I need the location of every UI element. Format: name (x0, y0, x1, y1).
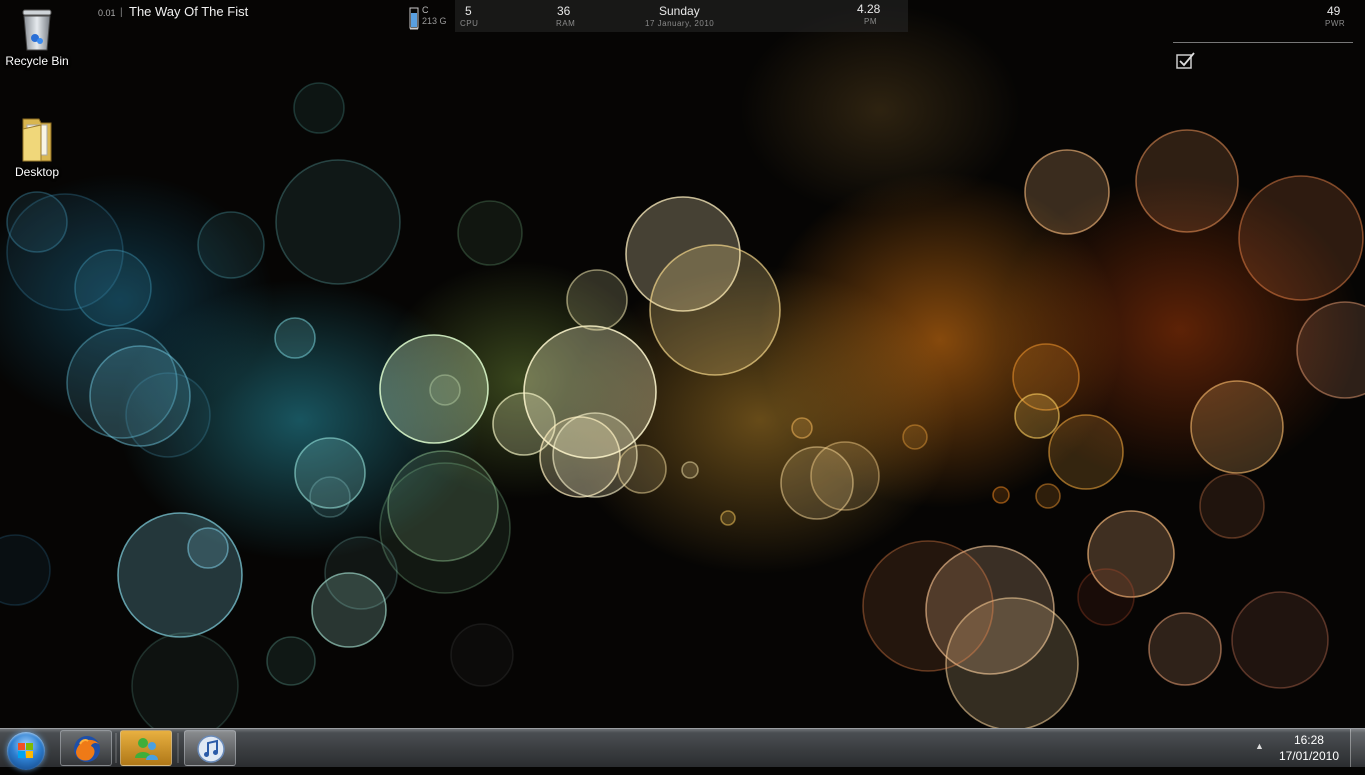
taskbar-button-firefox[interactable] (60, 730, 112, 766)
bokeh-circle (992, 486, 1010, 504)
desktop-icon-desktop-folder[interactable]: Desktop (0, 115, 74, 179)
bokeh-circle (1190, 380, 1284, 474)
bokeh-circle (311, 572, 387, 648)
ram-value: 36 (557, 4, 571, 18)
checkbox-icon[interactable] (1176, 52, 1196, 75)
taskbar: ▲ 16:28 17/01/2010 (0, 728, 1365, 770)
bokeh-circle (266, 636, 316, 686)
bokeh-circle (457, 200, 523, 266)
bokeh-circle (74, 249, 152, 327)
bokeh-circle (187, 527, 229, 569)
taskbar-button-messenger[interactable] (120, 730, 172, 766)
bokeh-circle (1077, 568, 1135, 626)
bokeh-circle (681, 461, 699, 479)
bokeh-circle (197, 211, 265, 279)
bokeh-circle (379, 462, 511, 594)
track-title[interactable]: The Way Of The Fist (129, 4, 248, 19)
bokeh-circle (649, 244, 781, 376)
desktop-icon-recycle-bin[interactable]: Recycle Bin (0, 8, 74, 68)
day-name: Sunday (659, 4, 700, 18)
itunes-icon (196, 734, 226, 769)
bokeh-circle (1014, 393, 1060, 439)
bokeh-circle (309, 476, 351, 518)
folder-icon (19, 115, 55, 163)
taskbar-separator (177, 733, 179, 763)
clock-ampm: PM (864, 17, 877, 26)
drive-letter: C (422, 5, 429, 15)
firefox-icon (72, 734, 102, 769)
drive-free-space: 213 G (422, 16, 447, 26)
bokeh-circle (450, 623, 514, 687)
recycle-bin-icon (19, 8, 55, 52)
desktop-folder-label: Desktop (14, 165, 60, 179)
bokeh-circle (131, 632, 239, 728)
bokeh-circle (117, 512, 243, 638)
bokeh-circle (0, 534, 51, 606)
bokeh-circle (1238, 175, 1364, 301)
bokeh-circle (617, 444, 667, 494)
windows-start-icon[interactable] (7, 732, 45, 770)
bokeh-circle (720, 510, 736, 526)
bokeh-circle (1035, 483, 1061, 509)
bokeh-circle (125, 372, 211, 458)
track-separator: | (120, 7, 123, 18)
desktop-wallpaper (0, 0, 1365, 728)
bokeh-circle (1296, 301, 1365, 399)
cpu-label: CPU (460, 19, 479, 28)
messenger-icon (132, 734, 162, 769)
taskbar-clock-time: 16:28 (1293, 733, 1324, 747)
drive-icon (409, 7, 419, 36)
tray-expand-icon[interactable]: ▲ (1255, 741, 1264, 751)
power-value: 49 (1327, 4, 1341, 18)
bokeh-circle (1148, 612, 1222, 686)
clock-time: 4.28 (857, 2, 881, 16)
bokeh-circle (275, 159, 401, 285)
taskbar-separator (115, 733, 117, 763)
recycle-bin-label: Recycle Bin (5, 54, 69, 68)
bokeh-circle (902, 424, 928, 450)
bokeh-circle (1231, 591, 1329, 689)
taskbar-button-itunes[interactable] (184, 730, 236, 766)
bokeh-circle (566, 269, 628, 331)
full-date: 17 January, 2010 (645, 19, 715, 28)
bokeh-circle (791, 417, 813, 439)
cpu-value: 5 (465, 4, 472, 18)
bokeh-circle (1048, 414, 1124, 490)
power-label: PWR (1325, 19, 1346, 28)
show-desktop-button[interactable] (1350, 729, 1365, 767)
todo-divider (1173, 42, 1353, 43)
track-time: 0.01 (98, 8, 116, 18)
bokeh-circle (274, 317, 316, 359)
taskbar-clock[interactable]: 16:28 17/01/2010 (1279, 732, 1339, 764)
bokeh-bubbles (0, 82, 1365, 728)
bokeh-circle (1135, 129, 1239, 233)
bokeh-circle (810, 441, 880, 511)
ram-label: RAM (556, 19, 576, 28)
bokeh-circle (1024, 149, 1110, 235)
taskbar-clock-date: 17/01/2010 (1278, 749, 1339, 763)
bokeh-circle (1199, 473, 1265, 539)
bokeh-circle (429, 374, 461, 406)
bokeh-circle (862, 540, 994, 672)
bokeh-circle (293, 82, 345, 134)
